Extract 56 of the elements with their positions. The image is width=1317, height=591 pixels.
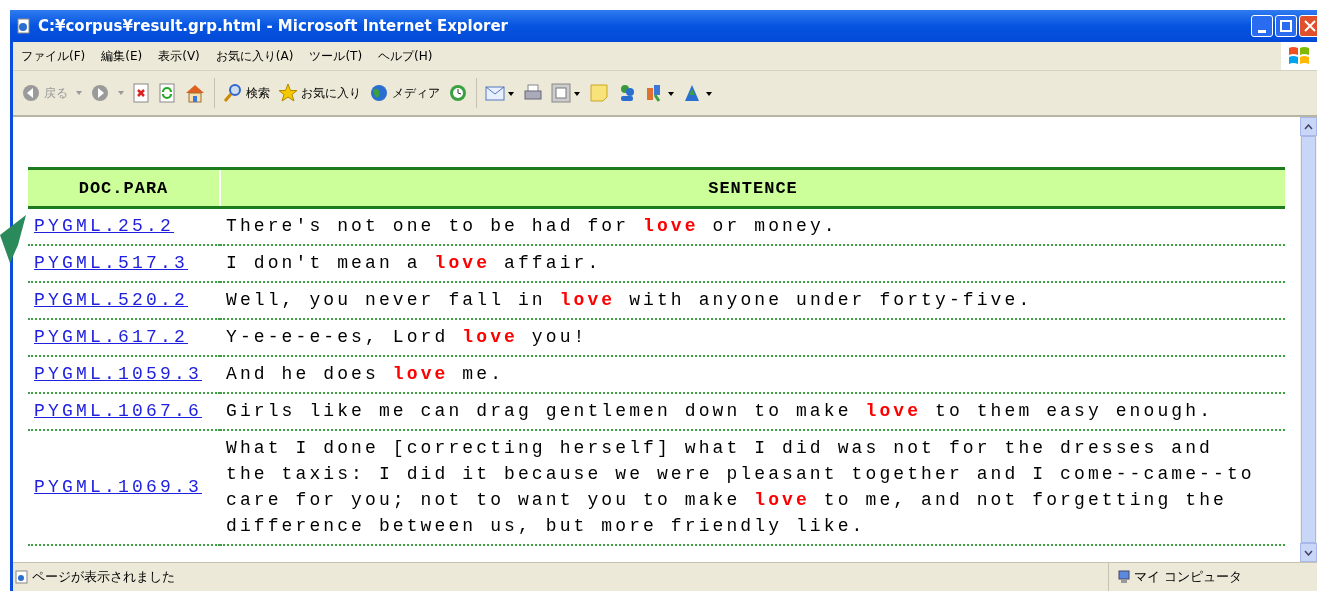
column-header: DOC.PARA xyxy=(28,168,220,208)
status-message: ページが表示されました xyxy=(32,568,175,586)
arrow-pointer-icon xyxy=(0,215,28,265)
search-icon xyxy=(223,83,243,103)
clock-icon[interactable] xyxy=(448,83,468,103)
document-link[interactable]: PYGML.520.2 xyxy=(34,290,189,310)
favorites-button[interactable]: お気に入り xyxy=(278,83,361,103)
document-link[interactable]: PYGML.1067.6 xyxy=(34,401,203,421)
star-icon xyxy=(278,83,298,103)
sentence-cell: What I done [correcting herself] what I did was not for the dresses and the taxis: I did it because we were pleasant together and I come--came--to care for you; not to want you to make love to me, and not forgetting the difference between us, but more friendly like. xyxy=(220,430,1285,545)
menu-item[interactable]: 編集(E) xyxy=(93,45,151,67)
column-header: SENTENCE xyxy=(220,168,1285,208)
printer-icon[interactable] xyxy=(523,83,543,103)
sentence-cell: I don't mean a love affair. xyxy=(220,245,1285,282)
minimize-button[interactable] xyxy=(1251,15,1273,37)
zone-label: マイ コンピュータ xyxy=(1134,568,1243,586)
research-icon[interactable] xyxy=(645,83,675,103)
globe-icon xyxy=(369,83,389,103)
media-button[interactable]: メディア xyxy=(369,83,440,103)
sentence-cell: And he does love me. xyxy=(220,356,1285,393)
scroll-down-icon[interactable] xyxy=(1300,543,1317,562)
computer-icon xyxy=(1117,570,1131,584)
maximize-icon xyxy=(1280,20,1292,32)
menu-item[interactable]: ヘルプ(H) xyxy=(370,45,441,67)
document-link[interactable]: PYGML.517.3 xyxy=(34,253,189,273)
close-icon xyxy=(1304,20,1316,32)
house-icon[interactable] xyxy=(184,83,206,103)
windows-flag-icon xyxy=(1287,45,1311,67)
menu-item[interactable]: お気に入り(A) xyxy=(207,45,302,67)
sentence-cell: There's not one to be had for love or money. xyxy=(220,207,1285,245)
document-link[interactable]: PYGML.617.2 xyxy=(34,327,189,347)
page-icon xyxy=(16,18,32,34)
tools-icon[interactable] xyxy=(683,83,713,103)
sentence-cell: Y-e-e-e-es, Lord love you! xyxy=(220,319,1285,356)
document-link[interactable]: PYGML.1069.3 xyxy=(34,477,203,497)
menu-item[interactable]: ファイル(F) xyxy=(13,45,94,67)
sentence-cell: Well, you never fall in love with anyone under forty-five. xyxy=(220,282,1285,319)
scrollbar-thumb[interactable] xyxy=(1301,136,1316,543)
stop-icon[interactable] xyxy=(132,83,150,103)
minimize-icon xyxy=(1258,29,1266,33)
caret-icon[interactable] xyxy=(76,91,82,95)
search-button[interactable]: 検索 xyxy=(223,83,270,103)
scroll-up-icon[interactable] xyxy=(1300,117,1317,136)
refresh-icon[interactable] xyxy=(158,83,176,103)
maximize-button[interactable] xyxy=(1275,15,1297,37)
caret-icon[interactable] xyxy=(118,91,124,95)
menu-item[interactable]: ツール(T) xyxy=(301,45,371,67)
close-button[interactable] xyxy=(1299,15,1317,37)
document-link[interactable]: PYGML.1059.3 xyxy=(34,364,203,384)
envelope-icon[interactable] xyxy=(485,83,515,103)
menu-item[interactable]: 表示(V) xyxy=(150,45,208,67)
edit-icon[interactable] xyxy=(551,83,581,103)
window-title: C:¥corpus¥result.grp.html - Microsoft Internet Explorer xyxy=(38,17,509,35)
sentence-cell: Girls like me can drag gentlemen down to make love to them easy enough. xyxy=(220,393,1285,430)
page-icon xyxy=(15,570,29,584)
document-link[interactable]: PYGML.25.2 xyxy=(34,216,175,236)
